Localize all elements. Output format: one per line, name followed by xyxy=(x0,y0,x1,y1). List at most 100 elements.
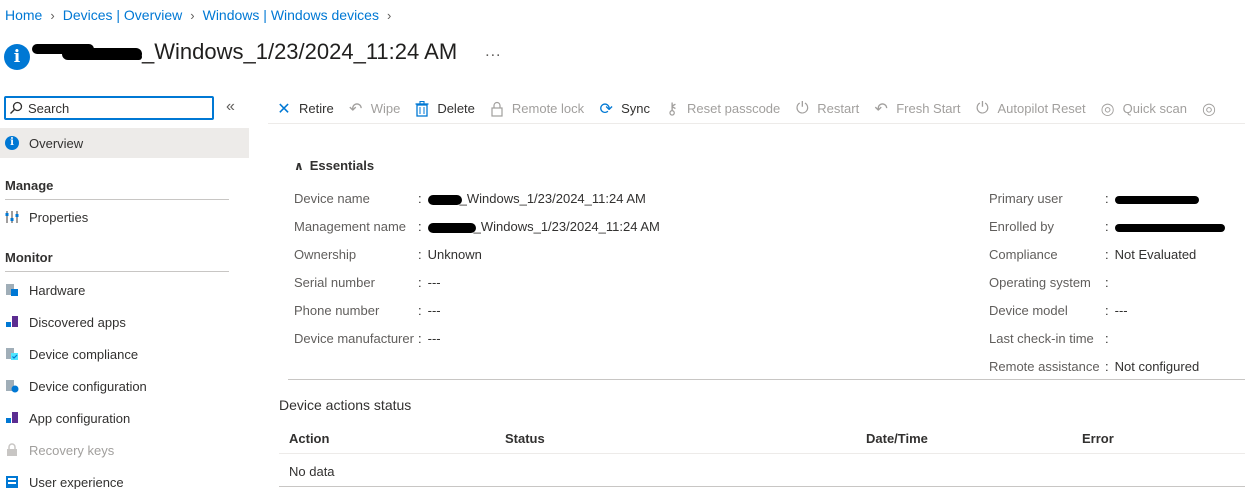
delete-button[interactable]: Delete xyxy=(414,100,475,117)
search-icon xyxy=(10,101,23,114)
divider xyxy=(5,199,229,200)
power-icon: ⏻ xyxy=(795,99,809,117)
app-configuration-icon xyxy=(6,412,18,423)
redacted-text xyxy=(1114,195,1199,204)
compliance-icon xyxy=(6,348,18,360)
device-name-value: _Windows_1/23/2024_11:24 AM xyxy=(427,191,646,206)
sidebar-item-label: Recovery keys xyxy=(29,442,115,458)
retire-button[interactable]: ✕ Retire xyxy=(276,99,333,119)
scan-icon: ◎ xyxy=(1201,100,1216,118)
phone-number-value: --- xyxy=(427,303,441,318)
essentials-row: Management name : _Windows_1/23/2024_11:… xyxy=(294,219,660,234)
table-header: Action Status Date/Time Error xyxy=(279,424,1245,454)
divider xyxy=(5,271,229,272)
scan-icon: ◎ xyxy=(1100,100,1115,118)
configuration-icon xyxy=(6,380,19,393)
essentials-row: Device model : --- xyxy=(989,303,1128,318)
compliance-value: Not Evaluated xyxy=(1114,247,1197,262)
sidebar-item-label: Properties xyxy=(29,209,89,225)
full-scan-button: ◎ xyxy=(1201,99,1224,119)
empty-state: No data xyxy=(289,464,335,479)
info-icon: i xyxy=(4,44,30,70)
sidebar-item-label: Overview xyxy=(29,135,84,151)
redacted-text xyxy=(427,222,476,233)
close-icon: ✕ xyxy=(277,100,291,118)
sidebar-item-device-configuration[interactable]: Device configuration xyxy=(0,371,249,401)
essentials-row: Device name : _Windows_1/23/2024_11:24 A… xyxy=(294,191,646,206)
redacted-text xyxy=(1114,223,1225,232)
breadcrumb-windows-devices[interactable]: Windows | Windows devices xyxy=(203,7,379,23)
management-name-value: _Windows_1/23/2024_11:24 AM xyxy=(427,219,660,234)
divider xyxy=(279,486,1245,487)
primary-user-link[interactable] xyxy=(1114,191,1199,206)
command-bar: ✕ Retire ↶ Wipe Delete Remote lock ⟳ Syn… xyxy=(268,94,1245,124)
serial-number-value: --- xyxy=(427,275,441,290)
power-icon: ⏻ xyxy=(976,99,989,117)
column-header-datetime[interactable]: Date/Time xyxy=(866,431,928,446)
redacted-text xyxy=(427,194,462,205)
remote-lock-button: Remote lock xyxy=(489,101,584,117)
sidebar-item-app-configuration[interactable]: App configuration xyxy=(0,403,249,433)
ownership-value: Unknown xyxy=(427,247,482,262)
essentials-row: Serial number : --- xyxy=(294,275,441,290)
quick-scan-button: ◎ Quick scan xyxy=(1100,100,1187,118)
collapse-sidebar-button[interactable]: « xyxy=(226,98,235,116)
device-model-value: --- xyxy=(1114,303,1128,318)
sidebar-section-monitor: Monitor xyxy=(5,250,53,265)
lock-icon xyxy=(7,443,17,456)
wipe-button: ↶ Wipe xyxy=(348,100,401,118)
essentials-row: Phone number : --- xyxy=(294,303,441,318)
lock-icon xyxy=(491,101,503,117)
chevron-right-icon: › xyxy=(386,7,392,23)
sidebar-item-properties[interactable]: Properties xyxy=(0,202,249,232)
sidebar-item-label: Device compliance xyxy=(29,346,139,362)
info-icon: i xyxy=(5,136,19,150)
user-experience-icon xyxy=(6,476,18,488)
column-header-error[interactable]: Error xyxy=(1082,431,1114,446)
chevron-up-icon: ∧ xyxy=(294,158,304,173)
sidebar-item-overview[interactable]: i Overview xyxy=(0,128,249,158)
sidebar-item-label: App configuration xyxy=(29,410,131,426)
sidebar-item-discovered-apps[interactable]: Discovered apps xyxy=(0,307,249,337)
essentials-row: Enrolled by : xyxy=(989,219,1225,234)
page-title: _Windows_1/23/2024_11:24 AM xyxy=(142,39,458,64)
divider xyxy=(288,379,1245,380)
remote-assistance-value: Not configured xyxy=(1114,359,1200,374)
trash-icon xyxy=(415,100,429,117)
sidebar-item-device-compliance[interactable]: Device compliance xyxy=(0,339,249,369)
properties-icon xyxy=(5,211,19,223)
autopilot-reset-button: ⏻ Autopilot Reset xyxy=(976,99,1086,117)
enrolled-by-link[interactable] xyxy=(1114,219,1225,234)
search-box[interactable] xyxy=(4,96,214,120)
essentials-row: Compliance : Not Evaluated xyxy=(989,247,1197,262)
column-header-status[interactable]: Status xyxy=(505,431,545,446)
breadcrumb-home[interactable]: Home xyxy=(5,7,42,23)
sidebar-item-recovery-keys: Recovery keys xyxy=(0,435,249,465)
fresh-start-button: ↶ Fresh Start xyxy=(874,100,961,118)
sidebar-item-user-experience[interactable]: User experience xyxy=(0,467,249,489)
chevron-right-icon: › xyxy=(50,7,55,23)
key-icon: ⚷ xyxy=(666,100,678,118)
more-options-button[interactable]: ... xyxy=(485,43,501,61)
device-actions-table: Action Status Date/Time Error No data xyxy=(279,424,1245,487)
sidebar-item-hardware[interactable]: Hardware xyxy=(0,275,249,305)
redacted-text xyxy=(32,42,142,62)
chevron-right-icon: › xyxy=(190,7,195,23)
reset-passcode-button: ⚷ Reset passcode xyxy=(664,99,780,119)
sync-button[interactable]: ⟳ Sync xyxy=(598,99,650,119)
search-input[interactable] xyxy=(28,100,198,116)
undo-icon: ↶ xyxy=(348,100,363,118)
essentials-toggle[interactable]: ∧ Essentials xyxy=(294,158,374,173)
apps-icon xyxy=(6,316,18,327)
sidebar-item-label: Discovered apps xyxy=(29,314,126,330)
hardware-icon xyxy=(6,284,18,296)
sidebar-item-label: Hardware xyxy=(29,282,86,298)
breadcrumb-devices-overview[interactable]: Devices | Overview xyxy=(63,7,183,23)
sync-icon: ⟳ xyxy=(599,100,613,118)
column-header-action[interactable]: Action xyxy=(289,431,329,446)
sidebar-item-label: Device configuration xyxy=(29,378,147,394)
sidebar-section-manage: Manage xyxy=(5,178,54,193)
essentials-row: Device manufacturer : --- xyxy=(294,331,441,346)
restart-button: ⏻ Restart xyxy=(795,99,860,117)
title-row: i _Windows_1/23/2024_11:24 AM ... xyxy=(4,34,502,70)
